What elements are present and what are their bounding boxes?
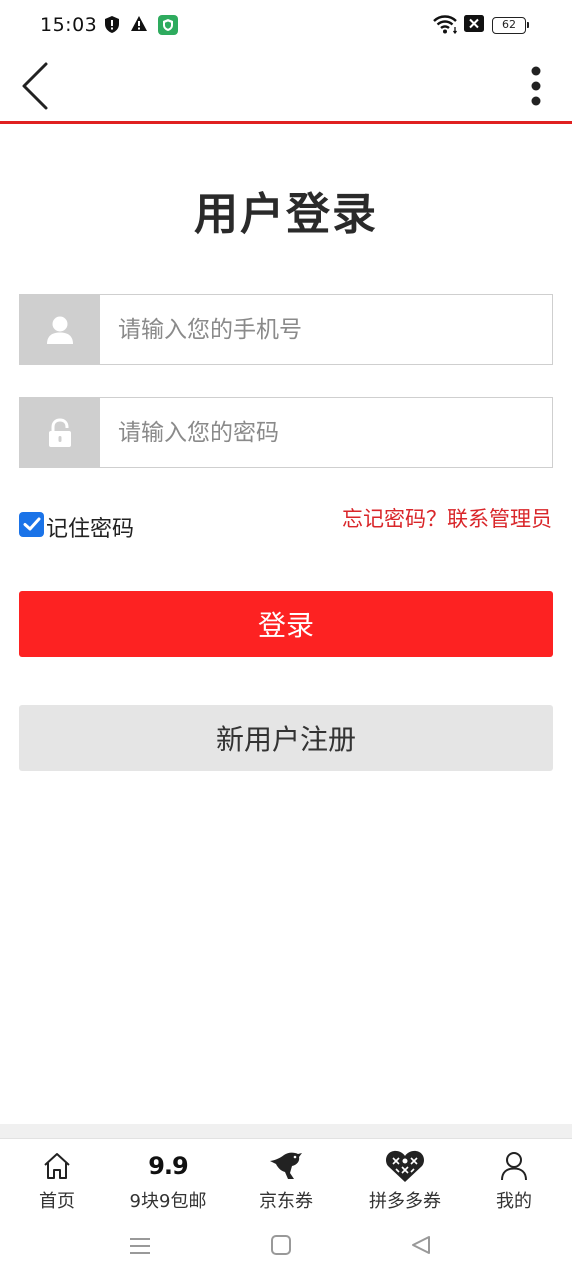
nav-label-me: 我的 <box>496 1191 532 1212</box>
password-input[interactable] <box>100 398 552 467</box>
lock-icon <box>49 417 71 447</box>
shield-icon <box>104 15 120 38</box>
remember-label: 记住密码 <box>46 517 135 542</box>
more-vertical-icon <box>531 66 541 106</box>
nav-item-home[interactable]: 首页 <box>2 1149 112 1213</box>
jd-bird-icon <box>270 1152 302 1179</box>
status-bar: 15:03 62 <box>0 0 572 50</box>
nav-item-jd[interactable]: 京东券 <box>231 1149 341 1213</box>
nav-label-jd: 京东券 <box>259 1191 313 1212</box>
phone-input[interactable] <box>100 295 552 364</box>
battery-icon: 62 <box>492 17 529 34</box>
phone-field <box>19 294 553 365</box>
home-icon <box>44 1153 70 1179</box>
page-title: 用户登录 <box>194 189 378 240</box>
menu-icon[interactable] <box>128 1234 152 1262</box>
bottom-separator <box>0 1124 572 1138</box>
warning-icon <box>130 15 148 36</box>
back-button[interactable] <box>16 60 60 112</box>
forgot-password-link[interactable]: 忘记密码？联系管理员 <box>342 503 552 533</box>
register-button[interactable]: 新用户注册 <box>19 705 553 771</box>
header-divider <box>0 121 572 124</box>
nav-label-nine-nine: 9块9包邮 <box>129 1191 207 1212</box>
bottom-nav: 首页 9.9 9块9包邮 京东券 拼多多券 我的 <box>0 1138 572 1218</box>
header <box>0 50 572 122</box>
user-icon <box>501 1152 527 1181</box>
remember-password-toggle[interactable]: 记住密码 <box>19 506 134 542</box>
sim-off-icon <box>464 15 484 36</box>
chevron-left-icon <box>22 62 48 110</box>
home-square-icon[interactable] <box>270 1234 292 1260</box>
system-nav-bar <box>0 1218 572 1280</box>
password-field <box>19 397 553 468</box>
login-button[interactable]: 登录 <box>19 591 553 657</box>
pdd-heart-icon <box>386 1150 424 1182</box>
phone-field-icon-box <box>20 295 100 364</box>
wifi-icon <box>433 14 459 38</box>
back-triangle-icon[interactable] <box>410 1234 432 1260</box>
nine-nine-icon: 9.9 <box>148 1152 189 1180</box>
remember-checkbox[interactable] <box>19 511 44 537</box>
nav-label-home: 首页 <box>39 1191 75 1212</box>
nav-item-me[interactable]: 我的 <box>459 1149 569 1213</box>
nav-item-nine-nine[interactable]: 9.9 9块9包邮 <box>113 1149 223 1213</box>
more-button[interactable] <box>522 62 550 110</box>
nav-label-pdd: 拼多多券 <box>369 1191 441 1212</box>
nav-item-pdd[interactable]: 拼多多券 <box>350 1149 460 1213</box>
vpn-shield-icon <box>158 15 178 39</box>
user-icon <box>47 316 73 344</box>
checkmark-icon <box>23 517 40 531</box>
password-field-icon-box <box>20 398 100 467</box>
status-time: 15:03 <box>40 14 98 36</box>
